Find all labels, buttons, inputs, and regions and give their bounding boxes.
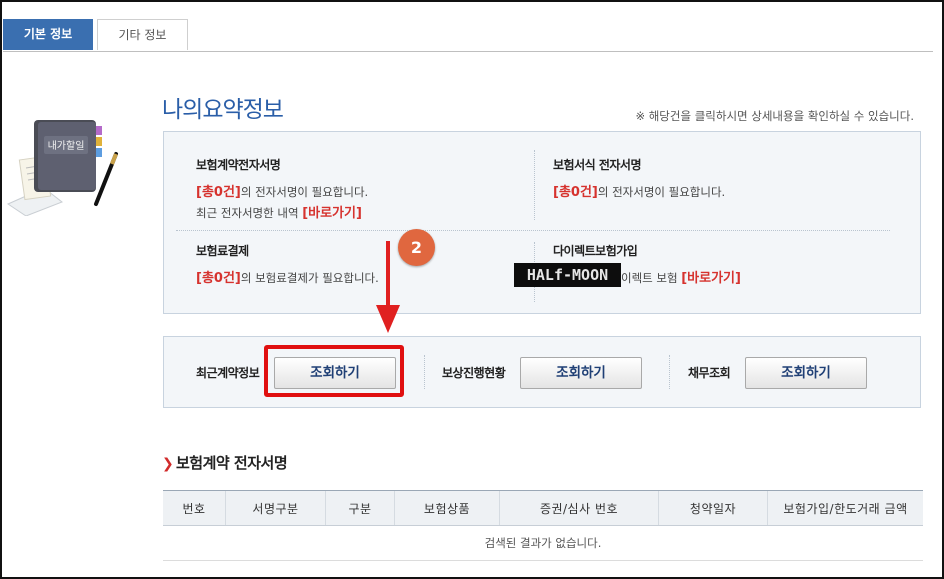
highlight-box [264, 345, 404, 397]
column-header: 청약일자 [658, 490, 768, 526]
premium-payment-line: [총0건]의 보험료결제가 필요합니다. [196, 267, 379, 286]
column-header: 보험가입/한도거래 금액 [767, 490, 923, 526]
column-header: 증권/심사 번호 [499, 490, 659, 526]
column-header: 구분 [325, 490, 395, 526]
recent-esign-text: 최근 전자서명한 내역 [196, 206, 299, 220]
summary-panel: 보험계약전자서명 [총0건]의 전자서명이 필요합니다. 최근 전자서명한 내역… [163, 131, 921, 314]
section-title: 보험계약 전자서명 [176, 454, 288, 472]
page-title: 나의요약정보 [162, 97, 284, 123]
annotation-arrow [386, 241, 390, 311]
summary-divider [176, 230, 890, 231]
contract-esign-count[interactable]: [총0건] [196, 185, 241, 200]
esign-table: 번호 서명구분 구분 보험상품 증권/심사 번호 청약일자 보험가입/한도거래 … [163, 490, 923, 561]
recent-contract-label: 최근계약정보 [196, 366, 260, 380]
tab-bar: 기본 정보 기타 정보 [3, 19, 933, 52]
recent-esign-link[interactable]: [바로가기] [302, 206, 362, 221]
form-esign-text: 의 전자서명이 필요합니다. [597, 185, 726, 199]
contract-esign-title: 보험계약전자서명 [196, 158, 281, 172]
column-header: 보험상품 [394, 490, 500, 526]
book-label: 내가할일 [48, 140, 85, 152]
direct-join-text: 이렉트 보험 [621, 271, 678, 285]
hint-text: ※ 해당건을 클릭하시면 상세내용을 확인하실 수 있습니다. [635, 109, 914, 123]
halfmoon-watermark: HALf-MOON [514, 263, 621, 287]
summary-divider [534, 150, 535, 220]
tab-other-info[interactable]: 기타 정보 [97, 19, 188, 50]
chevron-right-icon: ❯ [162, 456, 174, 472]
direct-join-line: 이렉트 보험 [바로가기] [621, 267, 741, 286]
form-esign-line: [총0건]의 전자서명이 필요합니다. [553, 181, 725, 200]
tab-basic-info[interactable]: 기본 정보 [3, 19, 93, 50]
inquiry-divider [669, 355, 670, 389]
premium-payment-count[interactable]: [총0건] [196, 271, 241, 286]
annotation-arrow-head [376, 305, 400, 333]
recent-esign-line: 최근 전자서명한 내역 [바로가기] [196, 202, 362, 221]
contract-esign-text: 의 전자서명이 필요합니다. [240, 185, 369, 199]
debt-inquiry-label: 채무조회 [688, 366, 731, 380]
contract-esign-line: [총0건]의 전자서명이 필요합니다. [196, 181, 368, 200]
inquiry-divider [424, 355, 425, 389]
form-esign-title: 보험서식 전자서명 [553, 158, 642, 172]
premium-payment-title: 보험료결제 [196, 244, 249, 258]
direct-join-link[interactable]: [바로가기] [681, 271, 741, 286]
debt-inquiry-button[interactable]: 조회하기 [745, 357, 867, 389]
empty-result-text: 검색된 결과가 없습니다. [163, 525, 923, 561]
step-badge: 2 [398, 229, 435, 266]
form-esign-count[interactable]: [총0건] [553, 185, 598, 200]
planner-book-pen-icon: 내가할일 [4, 116, 124, 217]
claim-status-label: 보상진행현황 [442, 366, 506, 380]
column-header: 번호 [163, 490, 226, 526]
direct-join-title: 다이렉트보험가입 [553, 244, 638, 258]
claim-status-inquiry-button[interactable]: 조회하기 [520, 357, 642, 389]
premium-payment-text: 의 보험료결제가 필요합니다. [240, 271, 379, 285]
column-header: 서명구분 [225, 490, 326, 526]
